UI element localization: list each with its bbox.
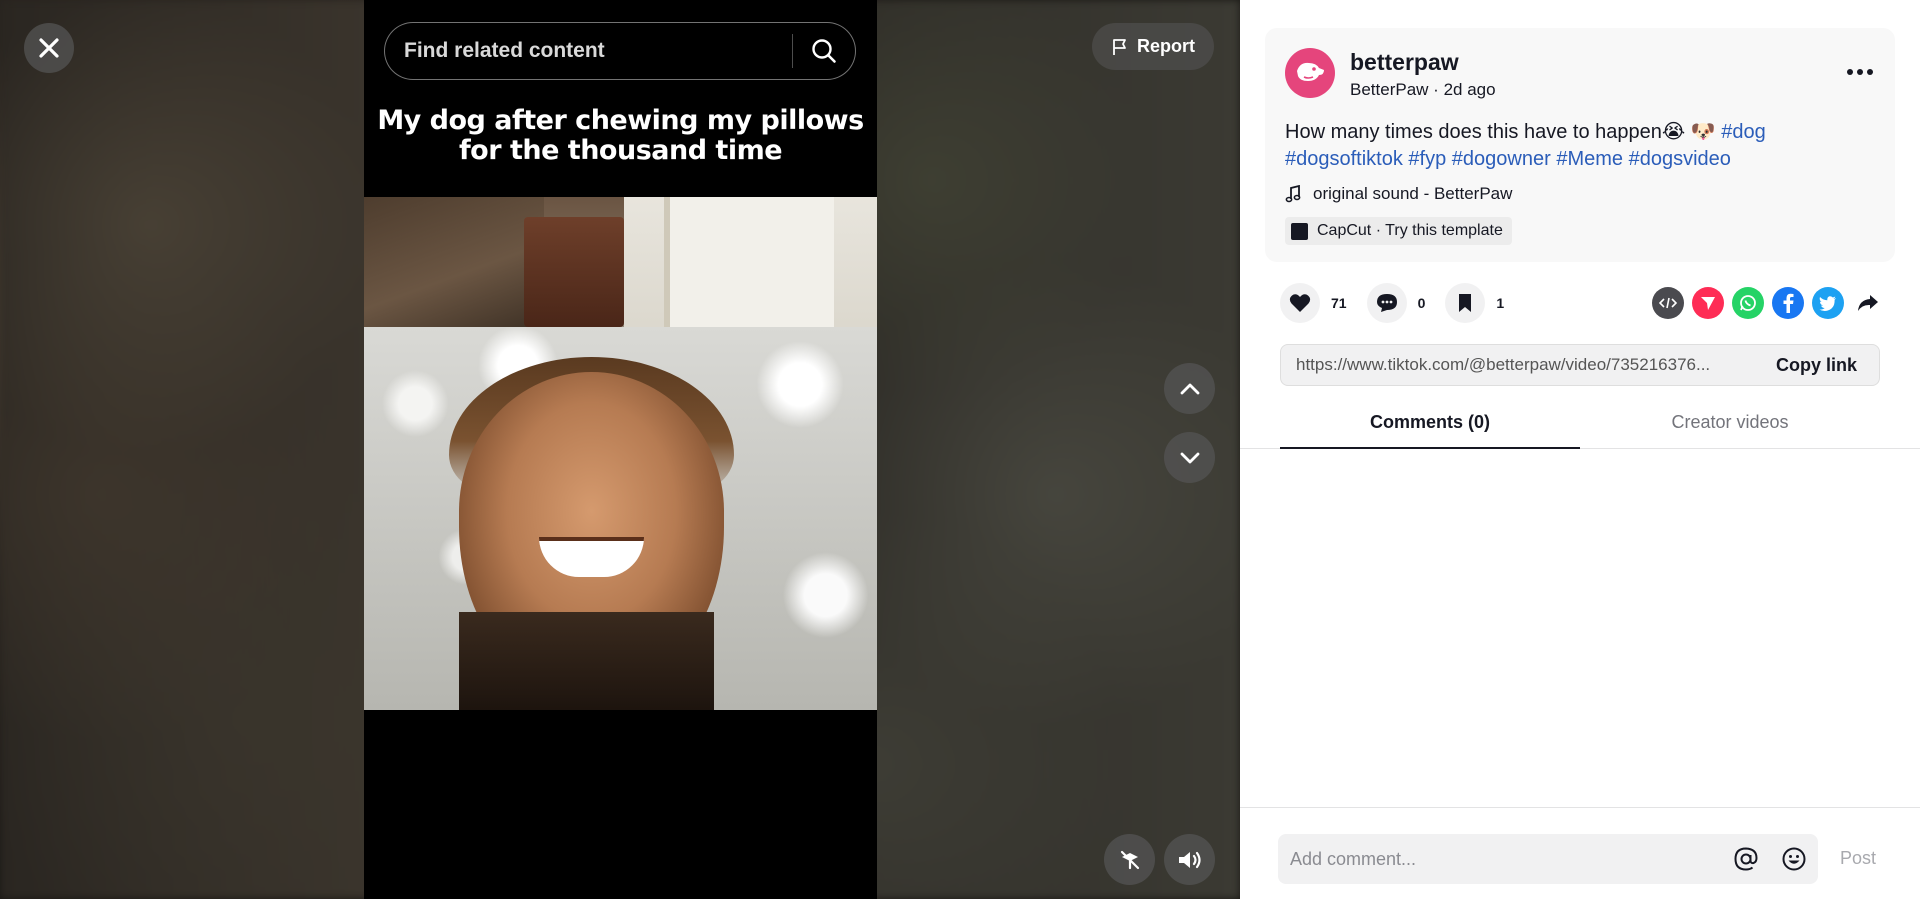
share-arrow-icon[interactable] [1852, 287, 1884, 319]
separator-dot: · [1433, 80, 1444, 99]
post-description: How many times does this have to happen😭… [1285, 119, 1875, 173]
like-count: 71 [1331, 295, 1347, 311]
post-time: 2d ago [1443, 80, 1496, 99]
details-panel: betterpaw BetterPaw · 2d ago How many ti… [1240, 0, 1920, 899]
action-bar: 71 0 1 [1280, 283, 1524, 323]
hashtag-link[interactable]: #dog [1721, 121, 1766, 143]
comment-button[interactable]: 0 [1366, 283, 1426, 323]
hashtag-link[interactable]: #fyp [1408, 148, 1446, 170]
video-caption: My dog after chewing my pillows for the … [377, 105, 864, 166]
capcut-template-chip[interactable]: CapCut · Try this template [1285, 217, 1512, 245]
display-name: BetterPaw [1350, 80, 1429, 99]
more-options-icon[interactable] [1845, 60, 1875, 84]
embed-icon[interactable] [1652, 287, 1684, 319]
share-link-box: https://www.tiktok.com/@betterpaw/video/… [1280, 344, 1880, 386]
author-subline: BetterPaw · 2d ago [1350, 80, 1496, 100]
hashtag-link[interactable]: #dogsvideo [1629, 148, 1731, 170]
capcut-icon [1291, 222, 1308, 240]
search-icon[interactable] [793, 38, 855, 64]
comment-input[interactable]: Add comment... [1278, 834, 1818, 884]
music-title: original sound - BetterPaw [1313, 184, 1513, 203]
volume-icon [1178, 851, 1201, 868]
like-button[interactable]: 71 [1280, 283, 1347, 323]
save-count: 1 [1496, 295, 1505, 311]
chevron-up-icon [1180, 383, 1199, 394]
search-placeholder: Find related content [404, 39, 605, 62]
report-button[interactable]: Report [1092, 23, 1214, 70]
comment-icon [1366, 283, 1407, 323]
dog-logo-icon [1297, 62, 1324, 81]
floating-player-button[interactable] [1104, 834, 1155, 885]
music-note-icon [1285, 185, 1301, 203]
hashtag-link[interactable]: #dogsoftiktok [1285, 148, 1403, 170]
tab-creator-videos[interactable]: Creator videos [1580, 402, 1880, 449]
hashtag-link[interactable]: #dogowner [1452, 148, 1551, 170]
close-button[interactable] [24, 23, 74, 73]
share-row [1652, 287, 1884, 319]
send-to-friends-icon[interactable] [1692, 287, 1724, 319]
video-player-area: My dog after chewing my pillows for the … [0, 0, 1240, 899]
previous-video-button[interactable] [1164, 363, 1215, 414]
search-input[interactable]: Find related content [384, 22, 856, 80]
flag-icon [1113, 38, 1126, 55]
comment-placeholder: Add comment... [1290, 848, 1417, 869]
video-content-image [364, 197, 877, 710]
music-link[interactable]: original sound - BetterPaw [1285, 184, 1512, 204]
twitter-icon[interactable] [1812, 287, 1844, 319]
avatar[interactable] [1285, 48, 1335, 98]
copy-link-button[interactable]: Copy link [1754, 355, 1879, 376]
comment-count: 0 [1417, 295, 1426, 311]
emoji-icon[interactable] [1770, 846, 1818, 872]
capcut-label: CapCut · Try this template [1317, 222, 1503, 239]
chevron-down-icon [1180, 452, 1199, 463]
panel-tabs: Comments (0) Creator videos [1240, 402, 1920, 449]
report-label: Report [1137, 36, 1195, 56]
save-button[interactable]: 1 [1445, 283, 1504, 323]
description-text: How many times does this have to happen😭… [1285, 121, 1716, 143]
post-comment-button[interactable]: Post [1840, 848, 1876, 869]
hashtag-link[interactable]: #Meme [1556, 148, 1623, 170]
float-player-icon [1120, 850, 1139, 869]
heart-icon [1280, 283, 1320, 323]
tab-comments[interactable]: Comments (0) [1280, 402, 1580, 449]
volume-button[interactable] [1164, 834, 1215, 885]
close-icon [39, 38, 59, 58]
bookmark-icon [1445, 283, 1486, 323]
username[interactable]: betterpaw [1350, 49, 1459, 76]
next-video-button[interactable] [1164, 432, 1215, 483]
mention-icon[interactable] [1722, 846, 1770, 872]
share-link-url[interactable]: https://www.tiktok.com/@betterpaw/video/… [1281, 355, 1754, 375]
post-info-card: betterpaw BetterPaw · 2d ago How many ti… [1265, 28, 1895, 262]
facebook-icon[interactable] [1772, 287, 1804, 319]
comment-bar: Add comment... Post [1240, 807, 1920, 899]
whatsapp-icon[interactable] [1732, 287, 1764, 319]
